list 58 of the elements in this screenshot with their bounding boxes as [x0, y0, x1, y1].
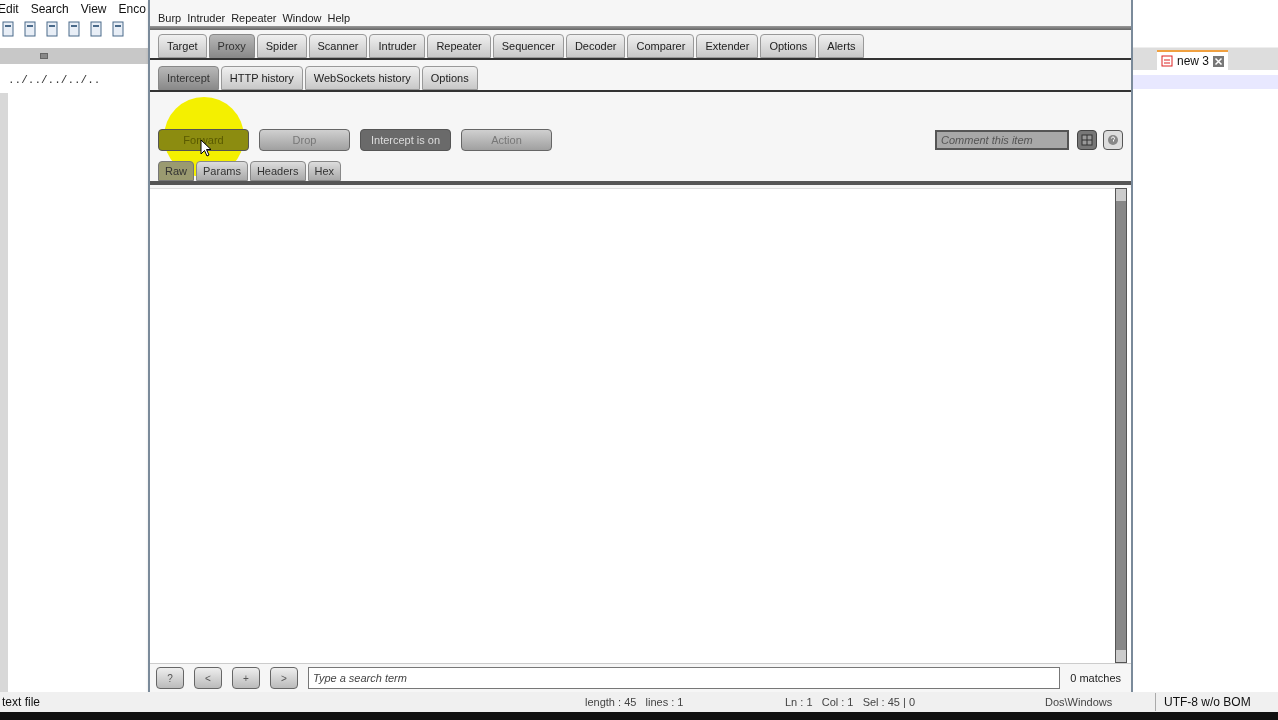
tab[interactable]: Spider: [256, 34, 307, 58]
menu-item[interactable]: Search: [30, 0, 69, 18]
file-icon[interactable]: [44, 21, 60, 37]
close-icon[interactable]: [1213, 55, 1225, 67]
tab[interactable]: Scanner: [308, 34, 368, 58]
help-icon: [1107, 134, 1119, 146]
status-text: UTF-8 w/o BOM: [1155, 693, 1251, 711]
status-text: Dos\Windows: [1045, 694, 1114, 710]
tab[interactable]: Comparer: [627, 34, 695, 58]
tab[interactable]: Options: [760, 34, 817, 58]
file-icon[interactable]: [22, 21, 38, 37]
tab[interactable]: Sequencer: [492, 34, 564, 58]
menu-item[interactable]: Repeater: [231, 9, 277, 27]
tab[interactable]: HTTP history: [220, 66, 303, 90]
tab[interactable]: Raw: [158, 161, 194, 181]
tab[interactable]: Intruder: [369, 34, 426, 58]
status-text: length : 45 lines : 1: [585, 694, 685, 710]
file-icon[interactable]: [0, 21, 16, 37]
tab[interactable]: Params: [196, 161, 248, 181]
search-nav-button[interactable]: +: [232, 667, 260, 689]
menu-item[interactable]: Help: [327, 9, 351, 27]
search-nav-button[interactable]: >: [270, 667, 298, 689]
highlight-button[interactable]: [1077, 130, 1097, 150]
tab[interactable]: Extender: [696, 34, 759, 58]
status-text: text file: [1, 694, 41, 711]
tab[interactable]: WebSockets history: [304, 66, 420, 90]
search-field[interactable]: Type a search term: [308, 667, 1061, 689]
tab[interactable]: Headers: [249, 161, 306, 181]
menu-item[interactable]: Intruder: [187, 9, 226, 27]
grid-icon: [1081, 134, 1093, 146]
file-icon[interactable]: [88, 21, 104, 37]
scrollbar[interactable]: [1115, 188, 1127, 663]
status-text: Ln : 1 Col : 1 Sel : 45 | 0: [785, 694, 917, 710]
tab[interactable]: Intercept: [158, 66, 219, 90]
tab[interactable]: Proxy: [208, 34, 255, 58]
menu-item[interactable]: Window: [282, 9, 322, 27]
match-count: 0 matches: [1070, 670, 1122, 686]
tab[interactable]: Options: [421, 66, 478, 90]
menu-item[interactable]: View: [80, 0, 107, 18]
search-nav-button[interactable]: <: [194, 667, 222, 689]
tab[interactable]: Repeater: [427, 34, 491, 58]
file-icon[interactable]: [110, 21, 126, 37]
tab[interactable]: Hex: [307, 161, 342, 181]
action-button[interactable]: Intercept is on: [360, 129, 451, 151]
file-icon: [1161, 55, 1173, 67]
tab[interactable]: Decoder: [565, 34, 626, 58]
comment-field[interactable]: Comment this item: [935, 130, 1069, 150]
menu-item[interactable]: Burp: [158, 9, 182, 27]
tab[interactable]: Target: [158, 34, 207, 58]
file-icon[interactable]: [66, 21, 82, 37]
ruler-text: ../../../../..: [7, 73, 102, 88]
menu-item[interactable]: Enco: [118, 0, 146, 18]
tab-marker-icon: [40, 53, 48, 59]
tab[interactable]: new 3: [1157, 50, 1229, 70]
help-button[interactable]: [1103, 130, 1123, 150]
tab-label: new 3: [1177, 53, 1210, 70]
tab[interactable]: Alerts: [818, 34, 865, 58]
search-nav-button[interactable]: ?: [156, 667, 184, 689]
